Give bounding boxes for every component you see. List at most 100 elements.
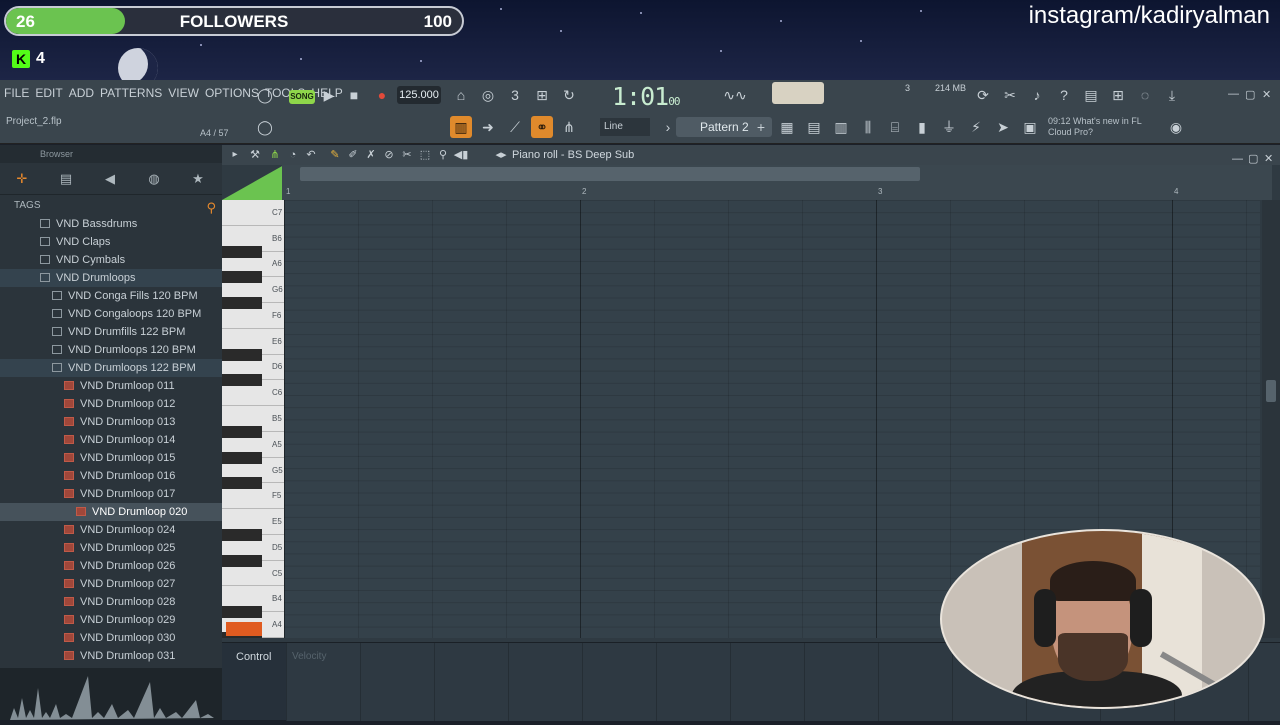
help-icon[interactable]: ? — [1053, 84, 1075, 106]
browser-file-item[interactable]: VND Drumloop 016 — [0, 467, 222, 485]
browser-file-item[interactable]: VND Drumloop 024 — [0, 521, 222, 539]
chat-icon[interactable]: ◌ — [1134, 84, 1156, 106]
piano-roll-icon[interactable]: ▥ — [830, 116, 852, 138]
menu-file[interactable]: FILE — [4, 86, 29, 100]
piano-keyboard[interactable]: C7 B6 A6 G6 F6 E6 D6 C6 B5 A5 G5 F5 E5 D5 C5 B4 A4 — [222, 200, 284, 638]
browser-file-item[interactable]: VND Drumloop 031 — [0, 647, 222, 665]
magnet-icon[interactable]: ⋔ — [558, 116, 580, 138]
refresh-icon[interactable]: ⟳ — [972, 84, 994, 106]
browser-file-item[interactable]: VND Drumloop 026 — [0, 557, 222, 575]
timeline-ruler[interactable]: 1 2 3 4 — [282, 165, 1272, 200]
browser-folder-item[interactable]: VND Conga Fills 120 BPM — [0, 287, 222, 305]
menu-add[interactable]: ADD — [69, 86, 94, 100]
control-target[interactable]: Velocity — [292, 651, 326, 662]
pen-icon[interactable]: ⟋ — [504, 116, 526, 138]
menu-edit[interactable]: EDIT — [35, 86, 62, 100]
download-icon[interactable]: ⤓ — [1161, 84, 1183, 106]
add-pattern-icon[interactable]: + — [750, 116, 772, 138]
search-icon[interactable]: ⚲ — [206, 197, 216, 219]
record-icon[interactable]: ● — [371, 84, 393, 106]
tags-bar[interactable]: TAGS ⚲ — [0, 195, 222, 217]
browser-files-tab-icon[interactable]: ▤ — [44, 171, 88, 187]
browser-file-item[interactable]: VND Drumloop 029 — [0, 611, 222, 629]
account-icon[interactable]: ◉ — [1165, 116, 1187, 138]
vertical-scrollbar[interactable] — [1262, 200, 1280, 638]
mixer-icon[interactable]: ⫼ — [857, 116, 879, 138]
browser-file-item[interactable]: VND Drumloop 020 — [0, 503, 222, 521]
countdown-icon[interactable]: 3 — [504, 84, 526, 106]
browser-folder-item[interactable]: VND Drumloops 120 BPM — [0, 341, 222, 359]
save-icon[interactable]: ▤ — [1080, 84, 1102, 106]
browser-folder-item[interactable]: VND Congaloops 120 BPM — [0, 305, 222, 323]
song-time-display[interactable]: 1:0100 — [612, 82, 680, 111]
browser-folder-item[interactable]: VND Drumfills 122 BPM — [0, 323, 222, 341]
browser-folder-item[interactable]: VND Bassdrums — [0, 217, 222, 233]
folder-icon — [40, 219, 50, 228]
browser-file-item[interactable]: VND Drumloop 011 — [0, 377, 222, 395]
plugin-icon[interactable]: ⏚ — [938, 116, 960, 138]
playlist-icon[interactable]: ▦ — [776, 116, 798, 138]
song-mode-toggle[interactable]: SONG — [289, 90, 315, 104]
browser-file-item[interactable]: VND Drumloop 017 — [0, 485, 222, 503]
browser-file-item[interactable]: VND Drumloop 015 — [0, 449, 222, 467]
audio-file-icon — [64, 471, 74, 480]
tools-wrench-icon[interactable]: ⚒ — [244, 145, 266, 165]
minimize-icon[interactable]: — — [1228, 88, 1239, 100]
piano-roll-toggle-icon[interactable]: ▥ — [450, 116, 472, 138]
tempo-tapper-icon[interactable]: ⚡ — [965, 116, 987, 138]
key-label: G5 — [272, 465, 283, 475]
browser-file-item[interactable]: VND Drumloop 027 — [0, 575, 222, 593]
control-label[interactable]: Control — [236, 651, 271, 663]
project-picker-icon[interactable]: ▮ — [911, 116, 933, 138]
metronome-icon[interactable]: ⌂ — [450, 84, 472, 106]
news-panel[interactable]: 09:12 What's new in FL Cloud Pro? — [1048, 116, 1142, 138]
browser-item-label: VND Drumloop 024 — [80, 524, 176, 536]
playback-icon[interactable]: ◀▮ — [450, 145, 472, 165]
browser-item-label: VND Drumloop 031 — [80, 650, 176, 662]
menu-arrow-icon[interactable]: ▸ — [228, 145, 242, 165]
browser-all-tab-icon[interactable]: ✛ — [0, 171, 44, 187]
browser-folder-item[interactable]: VND Drumloops — [0, 269, 222, 287]
maximize-icon[interactable]: ▢ — [1245, 88, 1255, 101]
moon-decoration — [118, 48, 158, 80]
stop-icon[interactable]: ■ — [343, 84, 365, 106]
channel-rack-icon[interactable]: ▤ — [803, 116, 825, 138]
browser-favorites-tab-icon[interactable]: ★ — [176, 171, 220, 187]
loop-record-icon[interactable]: ↻ — [558, 84, 580, 106]
close-icon[interactable]: ✕ — [1262, 88, 1271, 101]
browser-file-item[interactable]: VND Drumloop 025 — [0, 539, 222, 557]
browser-icon[interactable]: ⌸ — [884, 116, 906, 138]
browser-file-item[interactable]: VND Drumloop 014 — [0, 431, 222, 449]
link-icon[interactable]: ⚭ — [531, 116, 553, 138]
arrow-icon[interactable]: ➤ — [992, 116, 1014, 138]
snap-selector[interactable]: Line — [600, 118, 650, 136]
tools-icon[interactable]: ✂ — [999, 84, 1021, 106]
browser-folder-item[interactable]: VND Drumloops 122 BPM — [0, 359, 222, 377]
menu-view[interactable]: VIEW — [168, 86, 199, 100]
tempo-display[interactable]: 125.000 — [397, 86, 441, 104]
microphone-icon[interactable]: ♪ — [1026, 84, 1048, 106]
menu-options[interactable]: OPTIONS — [205, 86, 259, 100]
news-icon[interactable]: ▣ — [1019, 116, 1041, 138]
ghost-channel-icon[interactable] — [222, 165, 284, 200]
browser-file-item[interactable]: VND Drumloop 030 — [0, 629, 222, 647]
browser-packs-tab-icon[interactable]: ◍ — [132, 171, 176, 187]
browser-file-item[interactable]: VND Drumloop 013 — [0, 413, 222, 431]
menu-patterns[interactable]: PATTERNS — [100, 86, 162, 100]
master-volume-knob-icon[interactable]: ◯ — [254, 84, 276, 106]
wait-input-icon[interactable]: ◎ — [477, 84, 499, 106]
horizontal-scrollbar[interactable] — [300, 167, 920, 181]
render-icon[interactable]: ⊞ — [1107, 84, 1129, 106]
arrow-right-icon[interactable]: ➜ — [477, 116, 499, 138]
browser-folder-item[interactable]: VND Claps — [0, 233, 222, 251]
browser-folder-item[interactable]: VND Cymbals — [0, 251, 222, 269]
step-edit-icon[interactable]: ⊞ — [531, 84, 553, 106]
vertical-scroll-thumb[interactable] — [1266, 380, 1276, 402]
browser-plugins-tab-icon[interactable]: ◀ — [88, 171, 132, 187]
browser-file-item[interactable]: VND Drumloop 028 — [0, 593, 222, 611]
play-icon[interactable]: ▶ — [318, 84, 340, 106]
master-pitch-knob-icon[interactable]: ◯ — [254, 116, 276, 138]
browser-file-item[interactable]: VND Drumloop 012 — [0, 395, 222, 413]
target-arrows-icon[interactable]: ◂▸ — [490, 145, 512, 165]
undo-icon[interactable]: ↶ — [300, 145, 322, 165]
